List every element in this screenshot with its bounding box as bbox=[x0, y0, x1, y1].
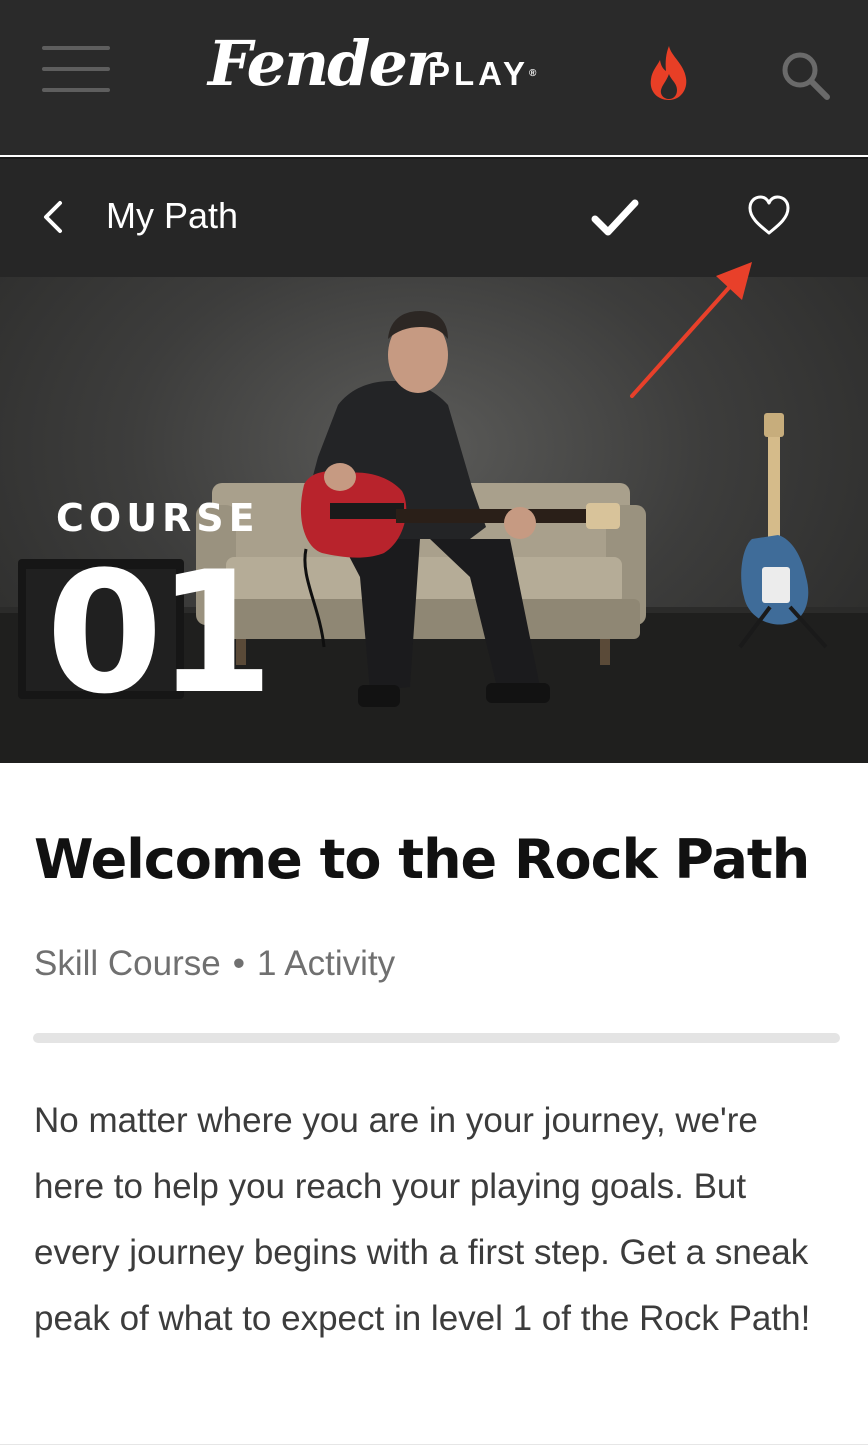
course-title: Welcome to the Rock Path bbox=[34, 828, 810, 891]
course-type: Skill Course bbox=[34, 944, 221, 983]
fender-play-logo[interactable]: Fender PLAY® bbox=[208, 22, 553, 112]
logo-script-text: Fender bbox=[208, 27, 439, 100]
back-to-my-path-link[interactable]: My Path bbox=[106, 195, 238, 237]
course-progress-bar bbox=[33, 1033, 840, 1043]
activity-count: 1 Activity bbox=[257, 944, 396, 983]
course-number: 01 bbox=[46, 535, 274, 731]
search-icon[interactable] bbox=[778, 48, 832, 102]
course-description: No matter where you are in your journey,… bbox=[34, 1101, 811, 1338]
course-meta: Skill Course • 1 Activity bbox=[34, 940, 395, 988]
top-app-bar: Fender PLAY® bbox=[0, 0, 868, 155]
hamburger-menu-icon[interactable] bbox=[42, 44, 110, 94]
chevron-left-icon[interactable] bbox=[40, 197, 66, 237]
meta-separator: • bbox=[232, 944, 245, 983]
logo-play-text: PLAY® bbox=[428, 55, 537, 92]
heart-icon[interactable] bbox=[746, 193, 792, 237]
checkmark-icon[interactable] bbox=[590, 195, 640, 239]
course-hero-image: COURSE 01 bbox=[0, 277, 868, 763]
navigation-subbar: My Path bbox=[0, 157, 868, 277]
next-section-edge bbox=[0, 1444, 868, 1455]
flame-icon[interactable] bbox=[640, 44, 698, 102]
